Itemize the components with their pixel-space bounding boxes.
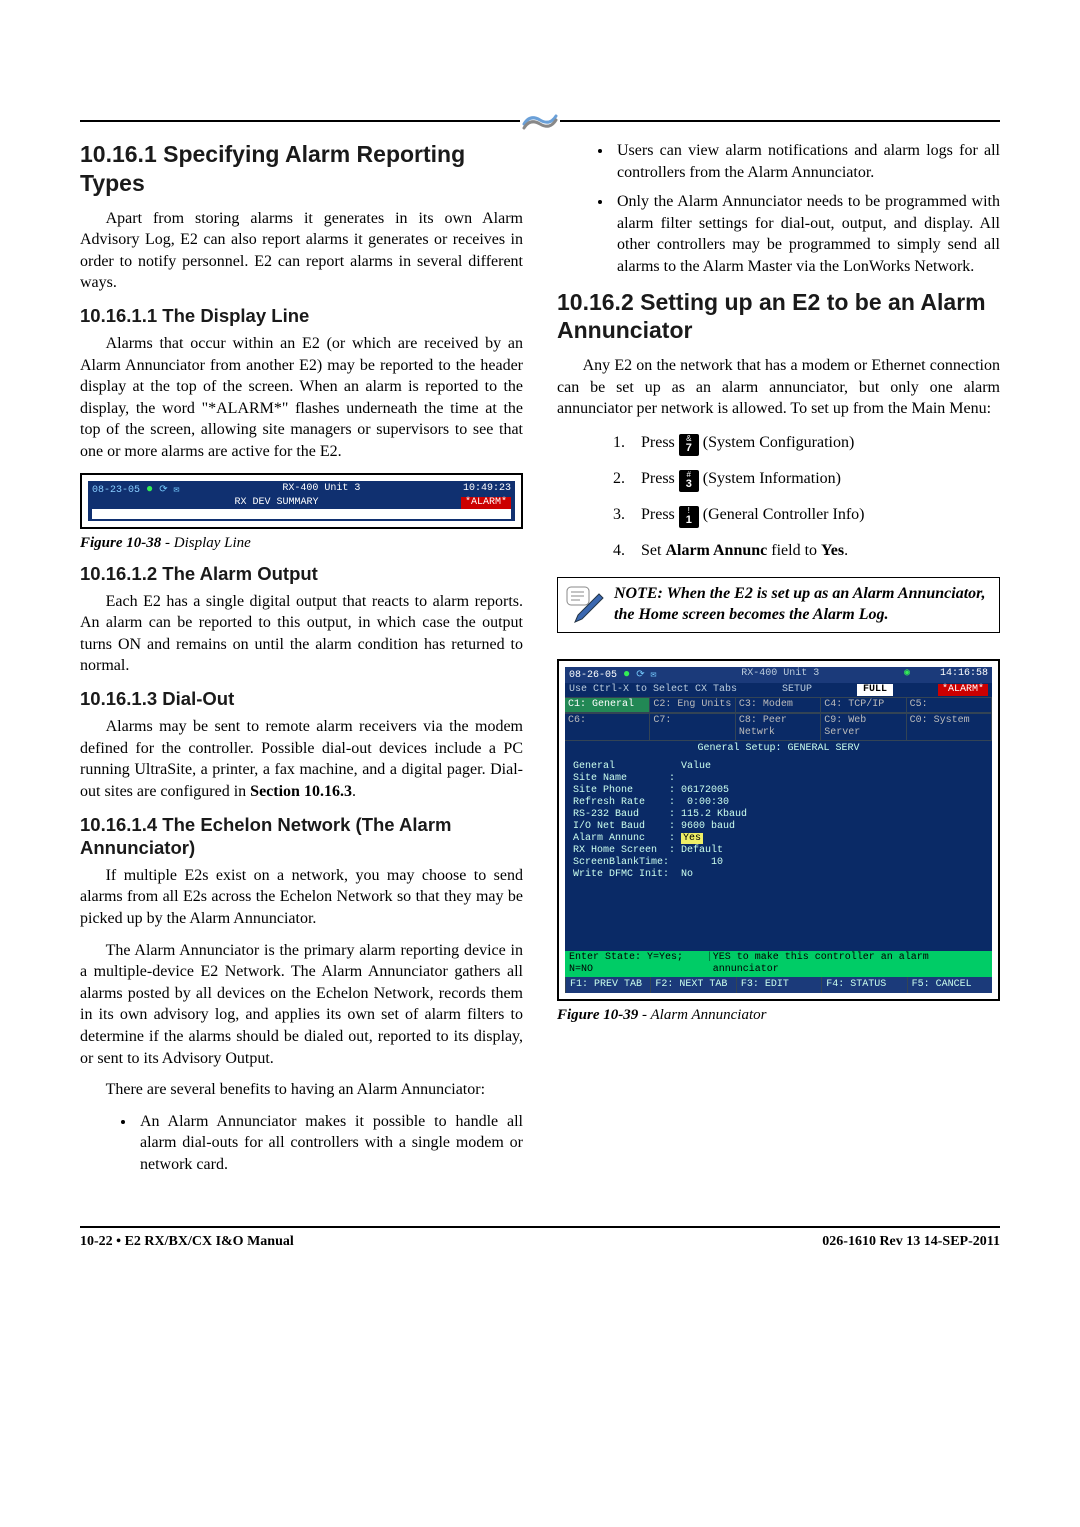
tab-c5[interactable]: C5: [907, 698, 992, 712]
step-item: Press !1 (General Controller Info) [613, 502, 1000, 528]
paragraph: If multiple E2s exist on a network, you … [80, 865, 523, 930]
fkey-next-tab[interactable]: F2: NEXT TAB [650, 977, 735, 993]
term1-title: RX-400 Unit 3 [180, 483, 463, 497]
term2-mode: SETUP [782, 684, 812, 696]
tab-c7[interactable]: C7: [650, 714, 735, 740]
heading-10-16-1-1: 10.16.1.1 The Display Line [80, 304, 523, 327]
term2-tabs-row2: C6: C7: C8: Peer Netwrk C9: Web Server C… [565, 713, 992, 741]
footer-right: 026-1610 Rev 13 14-SEP-2011 [822, 1234, 1000, 1250]
tab-peer[interactable]: C8: Peer Netwrk [736, 714, 821, 740]
term2-tabs-row1: C1: General C2: Eng Units C3: Modem C4: … [565, 697, 992, 713]
paragraph: Alarms may be sent to remote alarm recei… [80, 716, 523, 802]
ok-dot-icon: ◉ [904, 668, 910, 682]
paragraph: The Alarm Annunciator is the primary ala… [80, 940, 523, 1070]
term2-body: General Value Site Name : Site Phone : 0… [565, 757, 992, 951]
term2-time: 14:16:58 [940, 668, 988, 682]
term1-subtitle: RX DEV SUMMARY [92, 497, 461, 509]
heading-10-16-1-2: 10.16.1.2 The Alarm Output [80, 562, 523, 585]
figure-display-line: 08-23-05 ● ⟳ ✉ RX-400 Unit 3 10:49:23 RX… [80, 473, 523, 529]
term2-fkeys: F1: PREV TAB F2: NEXT TAB F3: EDIT F4: S… [565, 977, 992, 993]
footer-left: 10-22 • E2 RX/BX/CX I&O Manual [80, 1234, 294, 1250]
term1-date: 08-23-05 [92, 485, 140, 496]
tab-general[interactable]: C1: General [565, 698, 650, 712]
alarm-annunc-value[interactable]: Yes [681, 833, 703, 844]
term2-section-title: General Setup: GENERAL SERV [565, 741, 992, 757]
heading-10-16-1-4: 10.16.1.4 The Echelon Network (The Alarm… [80, 813, 523, 859]
list-item: Users can view alarm notifications and a… [613, 140, 1000, 183]
step-item: Set Alarm Annunc field to Yes. [613, 538, 1000, 564]
brand-logo-icon [520, 108, 560, 134]
term2-date: 08-26-05 [569, 670, 617, 681]
key-7-icon: &7 [679, 434, 699, 456]
fkey-status[interactable]: F4: STATUS [821, 977, 906, 993]
term2-status-line: Enter State: Y=Yes; N=NO | YES to make t… [565, 951, 992, 977]
paragraph: Any E2 on the network that has a modem o… [557, 355, 1000, 420]
heading-10-16-1: 10.16.1 Specifying Alarm Reporting Types [80, 140, 523, 198]
fkey-edit[interactable]: F3: EDIT [736, 977, 821, 993]
tab-eng-units[interactable]: C2: Eng Units [650, 698, 735, 712]
heading-10-16-1-3: 10.16.1.3 Dial-Out [80, 687, 523, 710]
paragraph: Apart from storing alarms it generates i… [80, 208, 523, 294]
alarm-badge: *ALARM* [461, 497, 511, 509]
full-badge: FULL [857, 684, 893, 696]
figure-caption-38: Figure 10-38 - Display Line [80, 535, 523, 552]
paragraph: Alarms that occur within an E2 (or which… [80, 333, 523, 463]
status-dot-icon: ● [146, 482, 153, 496]
figure-caption-39: Figure 10-39 - Alarm Annunciator [557, 1007, 1000, 1024]
step-item: Press #3 (System Information) [613, 466, 1000, 492]
paragraph: There are several benefits to having an … [80, 1079, 523, 1101]
tab-system[interactable]: C0: System [907, 714, 992, 740]
list-item: An Alarm Annunciator makes it possible t… [136, 1111, 523, 1176]
pencil-note-icon [566, 586, 606, 626]
tab-tcpip[interactable]: C4: TCP/IP [821, 698, 906, 712]
fkey-prev-tab[interactable]: F1: PREV TAB [565, 977, 650, 993]
term1-time: 10:49:23 [463, 483, 511, 497]
tab-modem[interactable]: C3: Modem [736, 698, 821, 712]
note-box: NOTE: When the E2 is set up as an Alarm … [557, 577, 1000, 633]
fkey-cancel[interactable]: F5: CANCEL [907, 977, 992, 993]
term2-hint: Use Ctrl-X to Select CX Tabs [569, 684, 737, 696]
tab-web[interactable]: C9: Web Server [821, 714, 906, 740]
status-dot-icon: ● [623, 667, 630, 681]
alarm-badge: *ALARM* [938, 684, 988, 696]
key-1-icon: !1 [679, 506, 699, 528]
heading-10-16-2: 10.16.2 Setting up an E2 to be an Alarm … [557, 288, 1000, 346]
figure-alarm-annunciator: 08-26-05 ● ⟳ ✉ RX-400 Unit 3 ◉ 14:16:58 … [557, 659, 1000, 1001]
key-3-icon: #3 [679, 470, 699, 492]
term2-title: RX-400 Unit 3 [657, 668, 904, 682]
step-item: Press &7 (System Configuration) [613, 430, 1000, 456]
paragraph: Each E2 has a single digital output that… [80, 591, 523, 677]
list-item: Only the Alarm Annunciator needs to be p… [613, 191, 1000, 277]
tab-c6[interactable]: C6: [565, 714, 650, 740]
